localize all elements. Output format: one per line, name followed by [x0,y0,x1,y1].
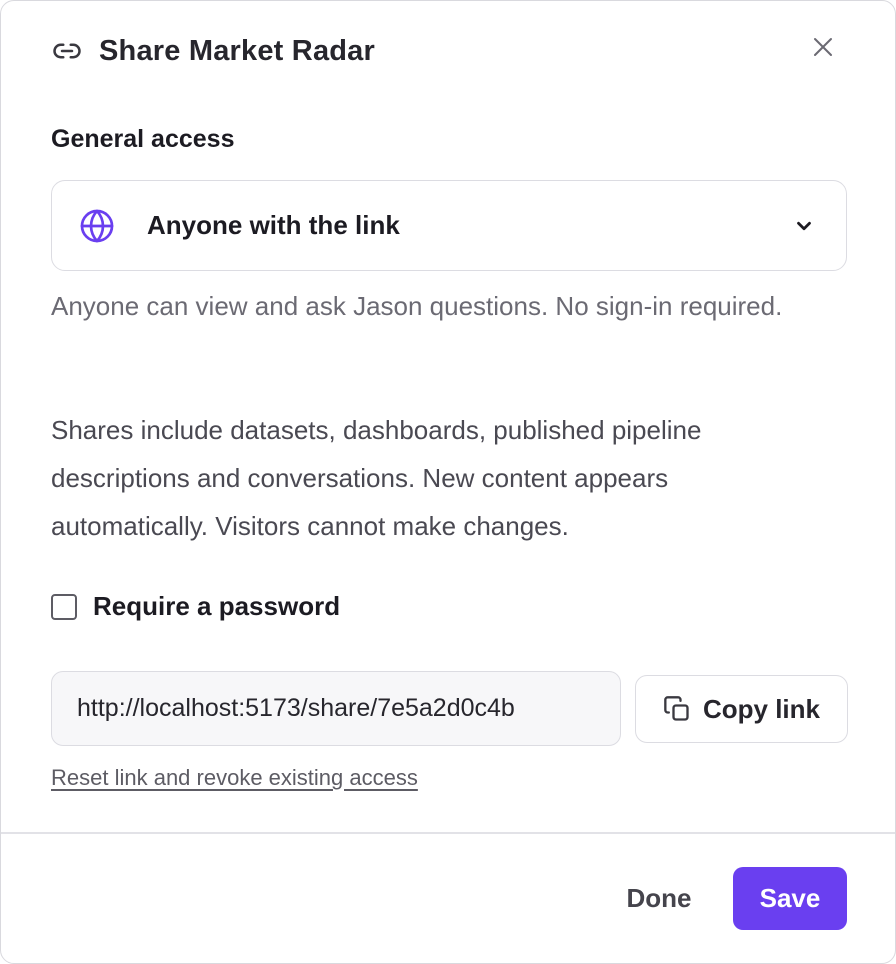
save-button[interactable]: Save [733,867,847,930]
copy-icon [663,695,691,723]
link-icon [51,35,83,67]
require-password-row[interactable]: Require a password [51,591,340,622]
globe-icon [79,208,115,244]
require-password-checkbox[interactable] [51,593,77,620]
copy-link-label: Copy link [702,693,820,724]
general-access-label: General access [51,125,235,153]
access-hint: Anyone can view and ask Jason questions.… [51,291,783,321]
share-dialog: Share Market Radar General access Anyone… [0,0,896,964]
general-access-select[interactable]: Anyone with the link [51,180,847,271]
share-link-field[interactable]: http://localhost:5173/share/7e5a2d0c4b [51,671,621,746]
share-info-text: Shares include datasets, dashboards, pub… [51,415,702,541]
copy-link-button[interactable]: Copy link [635,675,848,743]
dialog-title: Share Market Radar [99,34,375,67]
reset-link[interactable]: Reset link and revoke existing access [51,765,418,791]
chevron-down-icon [792,214,816,238]
footer-divider [1,832,895,834]
close-icon [811,35,835,64]
close-button[interactable] [809,35,837,63]
require-password-label: Require a password [93,591,341,621]
done-button[interactable]: Done [613,867,705,929]
general-access-value: Anyone with the link [147,210,400,240]
dialog-header: Share Market Radar [51,31,845,71]
